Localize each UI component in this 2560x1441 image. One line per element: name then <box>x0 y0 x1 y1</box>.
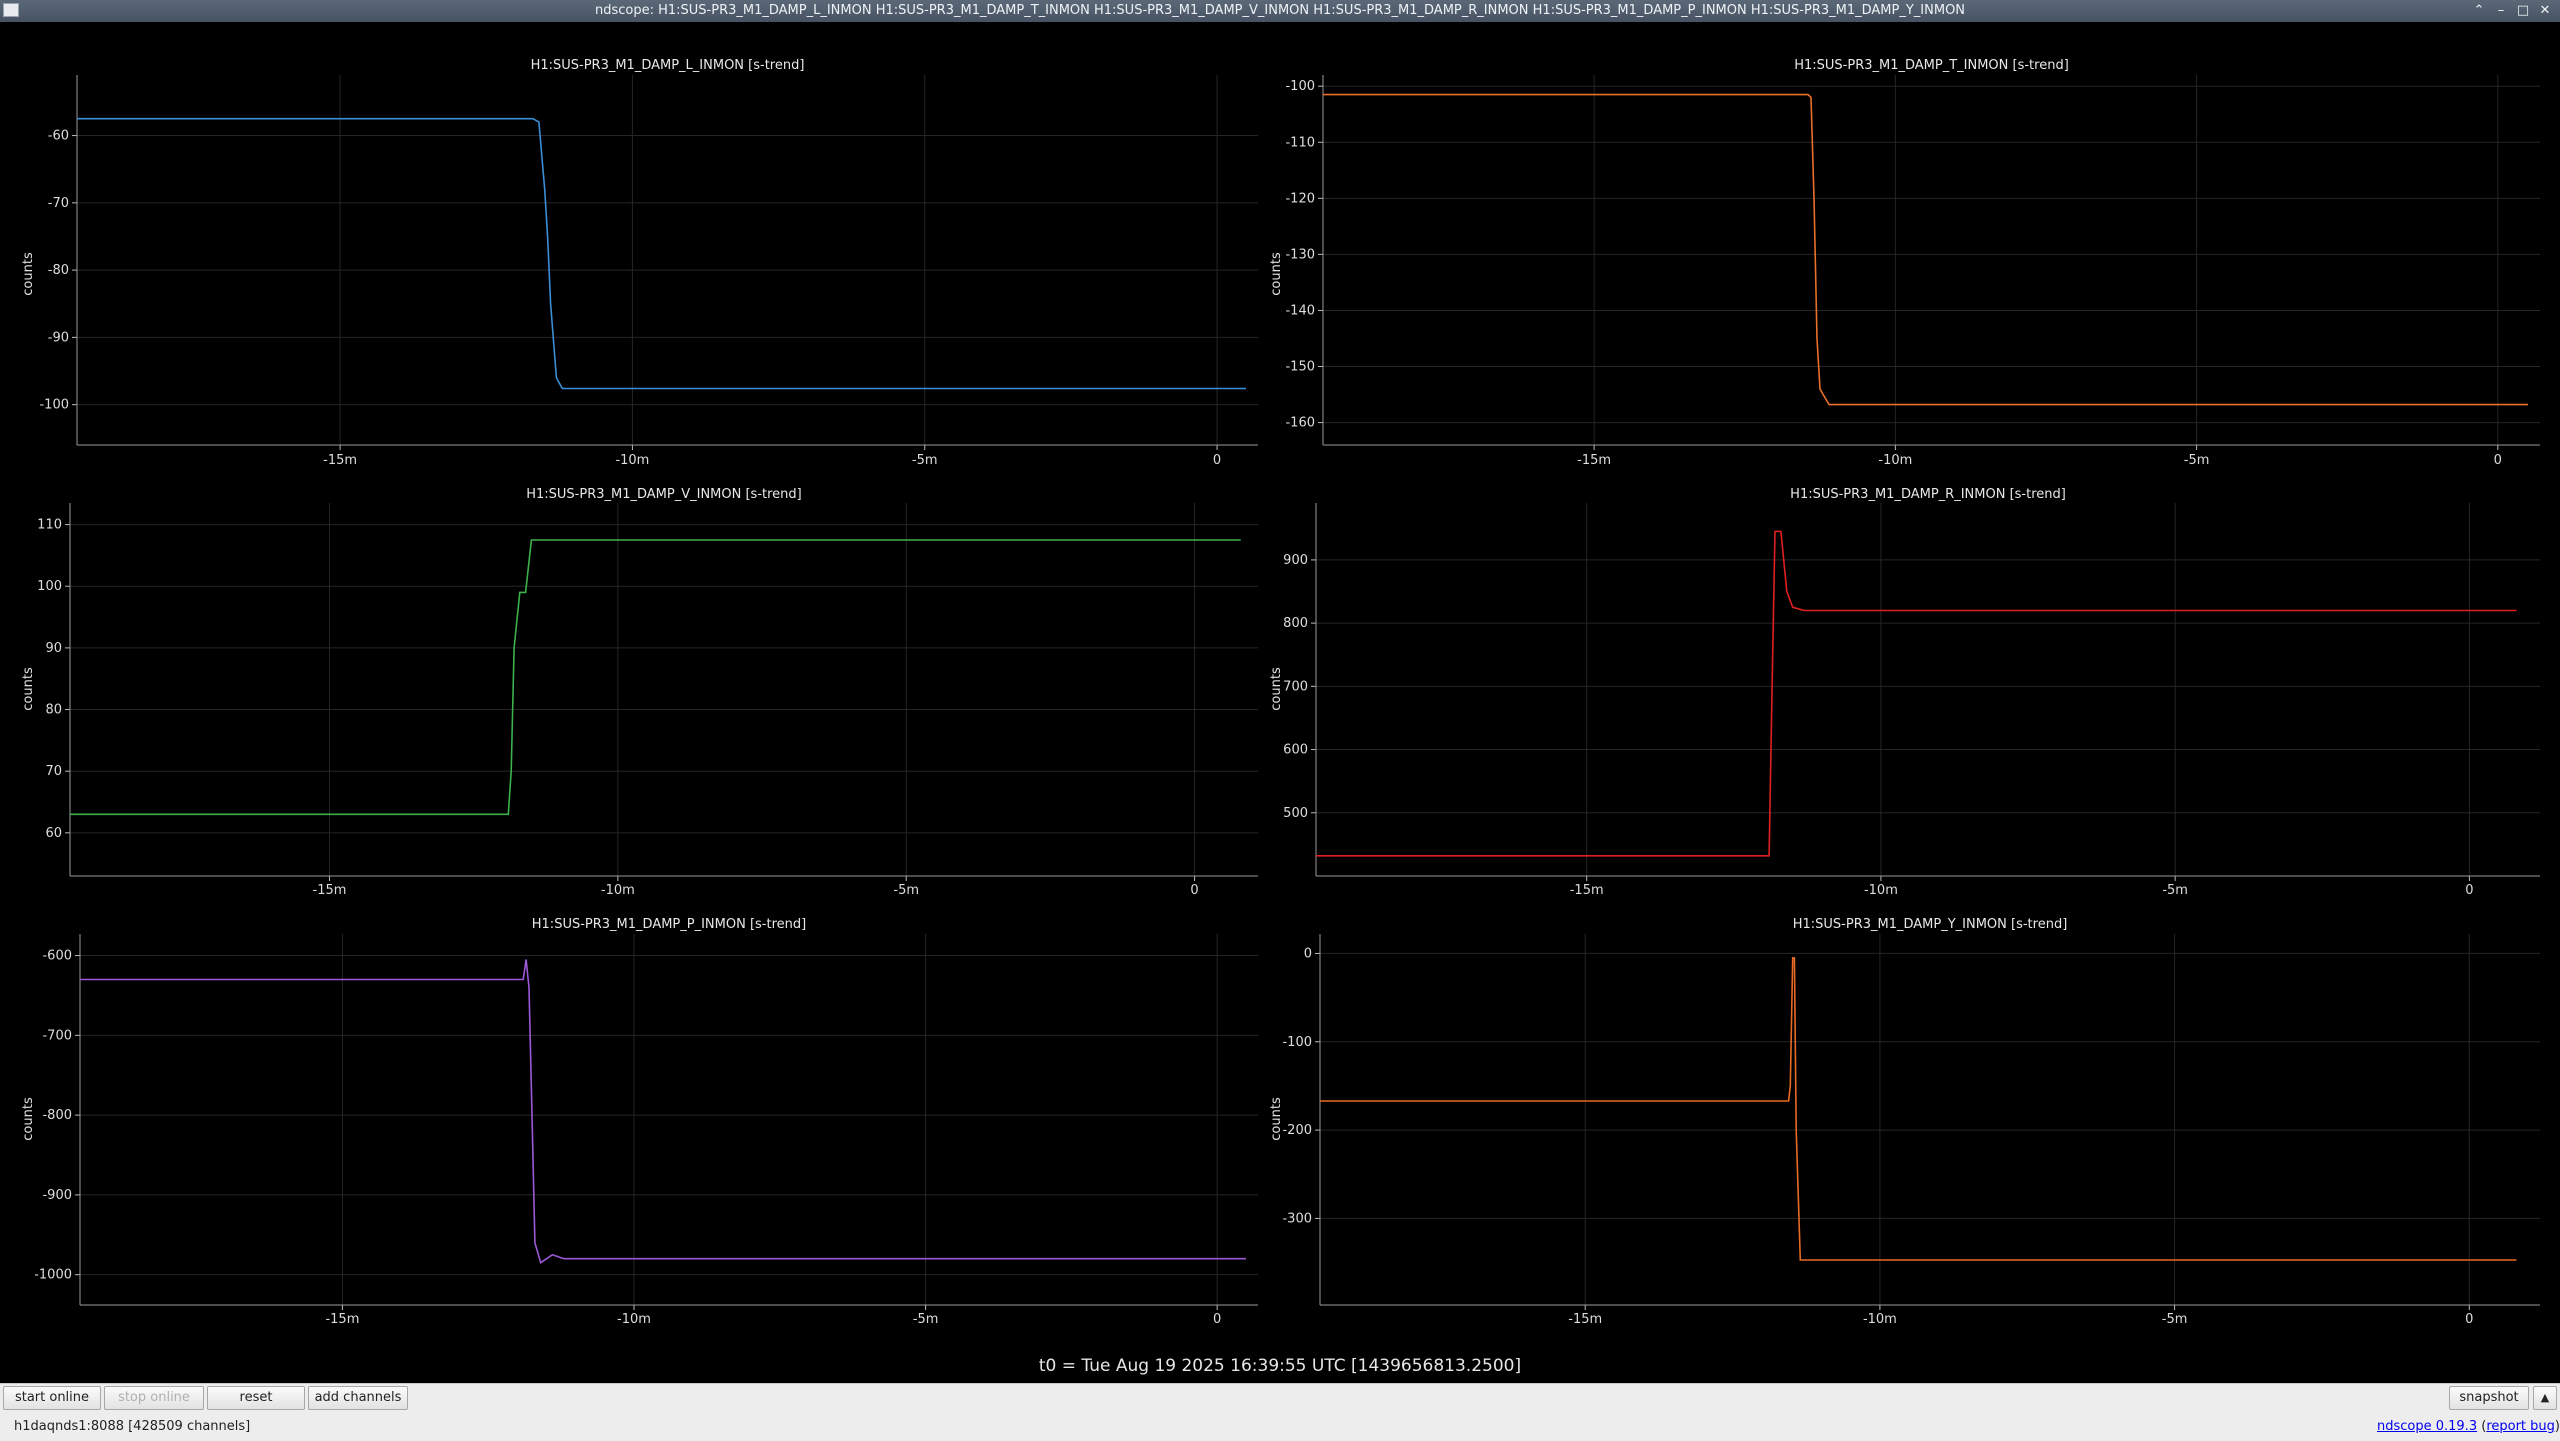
close-window-button[interactable]: ✕ <box>2534 0 2556 22</box>
plot-6-ytick-label: -200 <box>1282 1123 1312 1138</box>
plot-3-ylabel: counts <box>21 667 36 711</box>
version-info: ndscope 0.19.3 (report bug) <box>2377 1419 2560 1434</box>
plot-2-xtick-label: -15m <box>1577 453 1611 468</box>
plots-canvas: -15m -10m -5m 0 -60 -70 -80 -90 -100 H1:SUS-PR3_M… <box>21 58 2540 1327</box>
plot-4-ytick-label: 900 <box>1283 553 1308 568</box>
plot-1-background <box>77 75 1258 445</box>
plot-1-title: H1:SUS-PR3_M1_DAMP_L_INMON [s-trend] <box>531 58 805 73</box>
plot-2-ytick-label: -100 <box>1285 79 1315 94</box>
snapshot-button[interactable]: snapshot <box>2449 1386 2529 1410</box>
plot-1-xtick-label: -10m <box>615 453 649 468</box>
plot-3-ytick-label: 100 <box>37 579 62 594</box>
plot-2-background <box>1323 75 2540 445</box>
stop-online-button[interactable]: stop online <box>104 1386 204 1410</box>
plot-6-xtick-label: -10m <box>1863 1312 1897 1327</box>
plot-1-ytick-label: -100 <box>39 398 69 413</box>
plot-5-ylabel: counts <box>21 1097 36 1141</box>
plot-6-title: H1:SUS-PR3_M1_DAMP_Y_INMON [s-trend] <box>1793 917 2068 932</box>
plot-4-xtick-label: -10m <box>1864 883 1898 898</box>
plot-6-ytick-label: -100 <box>1282 1035 1312 1050</box>
window-title: ndscope: H1:SUS-PR3_M1_DAMP_L_INMON H1:S… <box>594 3 1966 18</box>
plot-3-ytick-label: 110 <box>37 518 62 533</box>
plot-2-ylabel: counts <box>1269 252 1284 296</box>
plot-5-title: H1:SUS-PR3_M1_DAMP_P_INMON [s-trend] <box>532 917 806 932</box>
plot-3-ytick-label: 80 <box>45 703 62 718</box>
plot-5-ytick-label: -700 <box>42 1028 72 1043</box>
plot-3-background <box>70 503 1258 876</box>
plot-4-xtick-label: -5m <box>2162 883 2188 898</box>
plot-2-ytick-label: -160 <box>1285 416 1315 431</box>
plot-5-xtick-label: -15m <box>325 1312 359 1327</box>
plot-3-xtick-label: -10m <box>601 883 635 898</box>
plot-1-xtick-label: -5m <box>912 453 938 468</box>
plot-4-xtick-label: -15m <box>1570 883 1604 898</box>
plot-6-background <box>1320 934 2540 1305</box>
title-bar: ndscope: H1:SUS-PR3_M1_DAMP_L_INMON H1:S… <box>0 0 2560 23</box>
start-online-button[interactable]: start online <box>3 1386 101 1410</box>
plot-1-ytick-label: -90 <box>48 330 69 345</box>
plot-2-ytick-label: -150 <box>1285 360 1315 375</box>
plot-2-xtick-label: 0 <box>2494 453 2502 468</box>
maximize-window-button[interactable]: □ <box>2512 0 2534 22</box>
expand-panel-button[interactable]: ▲ <box>2533 1386 2557 1410</box>
plot-1-ytick-label: -80 <box>48 263 69 278</box>
plot-3-title: H1:SUS-PR3_M1_DAMP_V_INMON [s-trend] <box>526 487 802 502</box>
report-bug-link[interactable]: report bug <box>2486 1419 2555 1434</box>
shade-window-button[interactable]: ⌃ <box>2468 0 2490 22</box>
bottom-toolbar: start online stop online reset add chann… <box>0 1383 2560 1441</box>
plot-5-ytick-label: -900 <box>42 1188 72 1203</box>
minimize-window-button[interactable]: – <box>2490 0 2512 22</box>
version-link[interactable]: ndscope 0.19.3 <box>2377 1419 2477 1434</box>
plot-4-background <box>1316 503 2540 876</box>
plot-4-title: H1:SUS-PR3_M1_DAMP_R_INMON [s-trend] <box>1790 487 2066 502</box>
plot-4-ytick-label: 800 <box>1283 616 1308 631</box>
plot-6-ytick-label: -300 <box>1282 1211 1312 1226</box>
plot-6-xtick-label: -15m <box>1568 1312 1602 1327</box>
plot-2-title: H1:SUS-PR3_M1_DAMP_T_INMON [s-trend] <box>1794 58 2069 73</box>
plot-6-ylabel: counts <box>1269 1097 1284 1141</box>
plot-3-ytick-label: 70 <box>45 764 62 779</box>
plot-5-ytick-label: -1000 <box>34 1268 72 1283</box>
plot-3-ytick-label: 90 <box>45 641 62 656</box>
plot-3-xtick-label: -5m <box>893 883 919 898</box>
plot-6-ytick-label: 0 <box>1304 946 1312 961</box>
plot-5-xtick-label: 0 <box>1213 1312 1221 1327</box>
plot-2-xtick-label: -5m <box>2184 453 2210 468</box>
plot-5-xtick-label: -10m <box>617 1312 651 1327</box>
plot-5-ytick-label: -800 <box>42 1108 72 1123</box>
plot-4-xtick-label: 0 <box>2465 883 2473 898</box>
plot-3-ytick-label: 60 <box>45 826 62 841</box>
plot-2-ytick-label: -140 <box>1285 303 1315 318</box>
server-status: h1daqnds1:8088 [428509 channels] <box>14 1419 251 1434</box>
plot-5-xtick-label: -5m <box>913 1312 939 1327</box>
plot-2-ytick-label: -130 <box>1285 247 1315 262</box>
reset-button[interactable]: reset <box>207 1386 305 1410</box>
plot-2-ytick-label: -120 <box>1285 191 1315 206</box>
plot-4-ytick-label: 500 <box>1283 806 1308 821</box>
plot-1-xtick-label: -15m <box>323 453 357 468</box>
plot-area: -15m -10m -5m 0 -60 -70 -80 -90 -100 H1:SUS-PR3_M… <box>0 22 2560 1383</box>
plot-3-xtick-label: 0 <box>1190 883 1198 898</box>
plot-6-xtick-label: -5m <box>2162 1312 2188 1327</box>
plot-1-ytick-label: -70 <box>48 196 69 211</box>
t0-label: t0 = Tue Aug 19 2025 16:39:55 UTC [14396… <box>1038 1356 1522 1376</box>
plot-4-ylabel: counts <box>1269 667 1284 711</box>
plot-6-xtick-label: 0 <box>2465 1312 2473 1327</box>
plot-1-xtick-label: 0 <box>1213 453 1221 468</box>
add-channels-button[interactable]: add channels <box>308 1386 408 1410</box>
plot-4-ytick-label: 600 <box>1283 743 1308 758</box>
plot-5-ytick-label: -600 <box>42 949 72 964</box>
plot-1-ylabel: counts <box>21 252 36 296</box>
plot-2-ytick-label: -110 <box>1285 135 1315 150</box>
plot-3-xtick-label: -15m <box>313 883 347 898</box>
plot-4-ytick-label: 700 <box>1283 679 1308 694</box>
plot-1-ytick-label: -60 <box>48 129 69 144</box>
plot-5-background <box>80 934 1258 1305</box>
plot-2-xtick-label: -10m <box>1878 453 1912 468</box>
